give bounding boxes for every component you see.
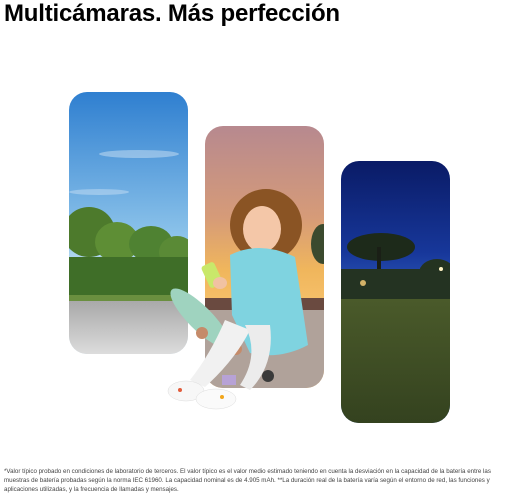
battery-footnote: *Valor típico probado en condiciones de … [4, 468, 491, 493]
night-park-photo [341, 161, 450, 423]
person-with-phone [150, 185, 330, 420]
page-title: Multicámaras. Más perfección [4, 0, 340, 27]
